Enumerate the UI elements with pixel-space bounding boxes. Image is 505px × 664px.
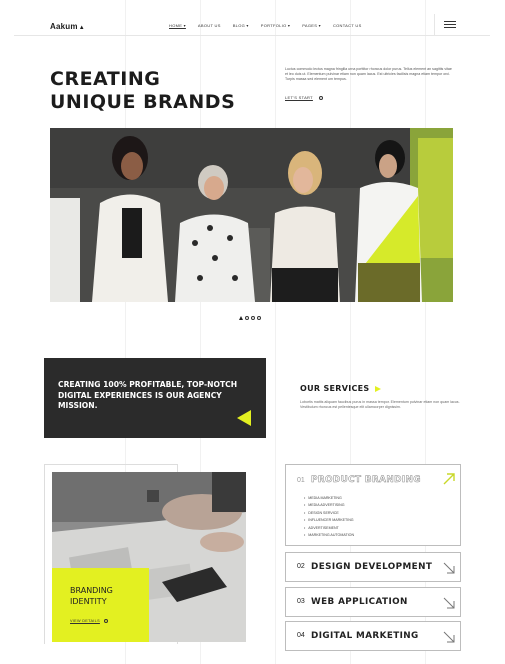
logo-text: Aakum <box>50 22 78 31</box>
carousel-dot[interactable] <box>245 316 249 320</box>
main-nav: HOME ▾ ABOUT US BLOG ▾ PORTFOLIO ▾ PAGES… <box>169 23 362 28</box>
service-item-design-development[interactable]: 02 DESIGN DEVELOPMENT <box>285 552 461 582</box>
hero-title-line: CREATING <box>50 68 161 90</box>
nav-item-contact[interactable]: CONTACT US <box>333 23 362 28</box>
view-details-link[interactable]: VIEW DETAILS <box>70 619 108 623</box>
mission-block: CREATING 100% PROFITABLE, TOP-NOTCH DIGI… <box>44 358 266 438</box>
hero-title-line: UNIQUE BRANDS <box>50 91 236 113</box>
lets-start-label: LET'S START <box>285 95 313 100</box>
arrow-down-right-icon[interactable] <box>442 630 456 644</box>
mission-text: CREATING 100% PROFITABLE, TOP-NOTCH DIGI… <box>58 380 238 410</box>
circle-icon <box>103 619 108 623</box>
team-photo-illustration <box>50 128 453 302</box>
triangle-left-icon <box>237 410 251 426</box>
nav-item-pages[interactable]: PAGES ▾ <box>302 23 321 28</box>
service-number: 01 <box>297 477 305 484</box>
logo[interactable]: Aakum▲ <box>50 22 85 31</box>
service-item-web-application[interactable]: 03 WEB APPLICATION <box>285 587 461 617</box>
service-subitem[interactable]: MEDIA MARKETING <box>304 495 354 502</box>
service-name: DESIGN DEVELOPMENT <box>311 562 433 572</box>
service-name: WEB APPLICATION <box>311 597 408 607</box>
service-subitem[interactable]: MEDIA ADVERTISING <box>304 502 354 509</box>
hero-team-photo <box>50 128 453 302</box>
service-number: 02 <box>297 563 305 570</box>
hero-description: Luctus commodo lectus magna fringilla ur… <box>285 67 452 82</box>
carousel-dot[interactable] <box>257 316 261 320</box>
nav-item-portfolio[interactable]: PORTFOLIO ▾ <box>261 23 290 28</box>
service-item-product-branding[interactable]: 01 PRODUCT BRANDING MEDIA MARKETING MEDI… <box>285 464 461 546</box>
grid-line <box>275 0 276 664</box>
service-name: PRODUCT BRANDING <box>311 475 421 486</box>
service-number: 03 <box>297 598 305 605</box>
hamburger-icon <box>444 21 456 29</box>
menu-toggle[interactable] <box>434 14 490 36</box>
carousel-dot[interactable] <box>251 316 255 320</box>
services-description: Lobortis mattis aliquam faucibus purus i… <box>300 400 460 410</box>
services-title-text: OUR SERVICES <box>300 384 370 393</box>
branding-title-line: IDENTITY <box>70 597 107 606</box>
service-sublist: MEDIA MARKETING MEDIA ADVERTISING DESIGN… <box>304 495 354 539</box>
service-subitem[interactable]: ADVERTISEMENT <box>304 525 354 532</box>
carousel-active-triangle-icon[interactable] <box>239 316 243 320</box>
arrow-down-right-icon[interactable] <box>442 596 456 610</box>
branding-identity-card[interactable]: BRANDING IDENTITY VIEW DETAILS <box>52 568 149 642</box>
lets-start-link[interactable]: LET'S START <box>285 95 323 100</box>
branding-title: BRANDING IDENTITY <box>70 585 113 607</box>
triangle-right-icon <box>374 385 381 392</box>
nav-item-home[interactable]: HOME ▾ <box>169 23 186 28</box>
carousel-dots <box>239 316 261 320</box>
arrow-down-right-icon[interactable] <box>442 561 456 575</box>
nav-item-about[interactable]: ABOUT US <box>198 23 221 28</box>
service-subitem[interactable]: INFLUENCER MARKETING <box>304 517 354 524</box>
service-subitem[interactable]: DESIGN SERVICE <box>304 510 354 517</box>
service-name: DIGITAL MARKETING <box>311 631 419 641</box>
site-header: Aakum▲ HOME ▾ ABOUT US BLOG ▾ PORTFOLIO … <box>14 14 490 36</box>
arrow-up-right-icon[interactable] <box>442 472 456 486</box>
logo-mark-icon: ▲ <box>78 25 85 31</box>
page: Aakum▲ HOME ▾ ABOUT US BLOG ▾ PORTFOLIO … <box>0 0 505 664</box>
service-number: 04 <box>297 632 305 639</box>
circle-icon <box>318 95 323 100</box>
branding-title-line: BRANDING <box>70 586 113 595</box>
services-title: OUR SERVICES <box>300 384 381 393</box>
view-details-label: VIEW DETAILS <box>70 619 100 623</box>
hero-title: CREATING UNIQUE BRANDS <box>50 68 235 114</box>
service-item-digital-marketing[interactable]: 04 DIGITAL MARKETING <box>285 621 461 651</box>
nav-item-blog[interactable]: BLOG ▾ <box>233 23 249 28</box>
service-subitem[interactable]: MARKETING AUTOMATION <box>304 532 354 539</box>
